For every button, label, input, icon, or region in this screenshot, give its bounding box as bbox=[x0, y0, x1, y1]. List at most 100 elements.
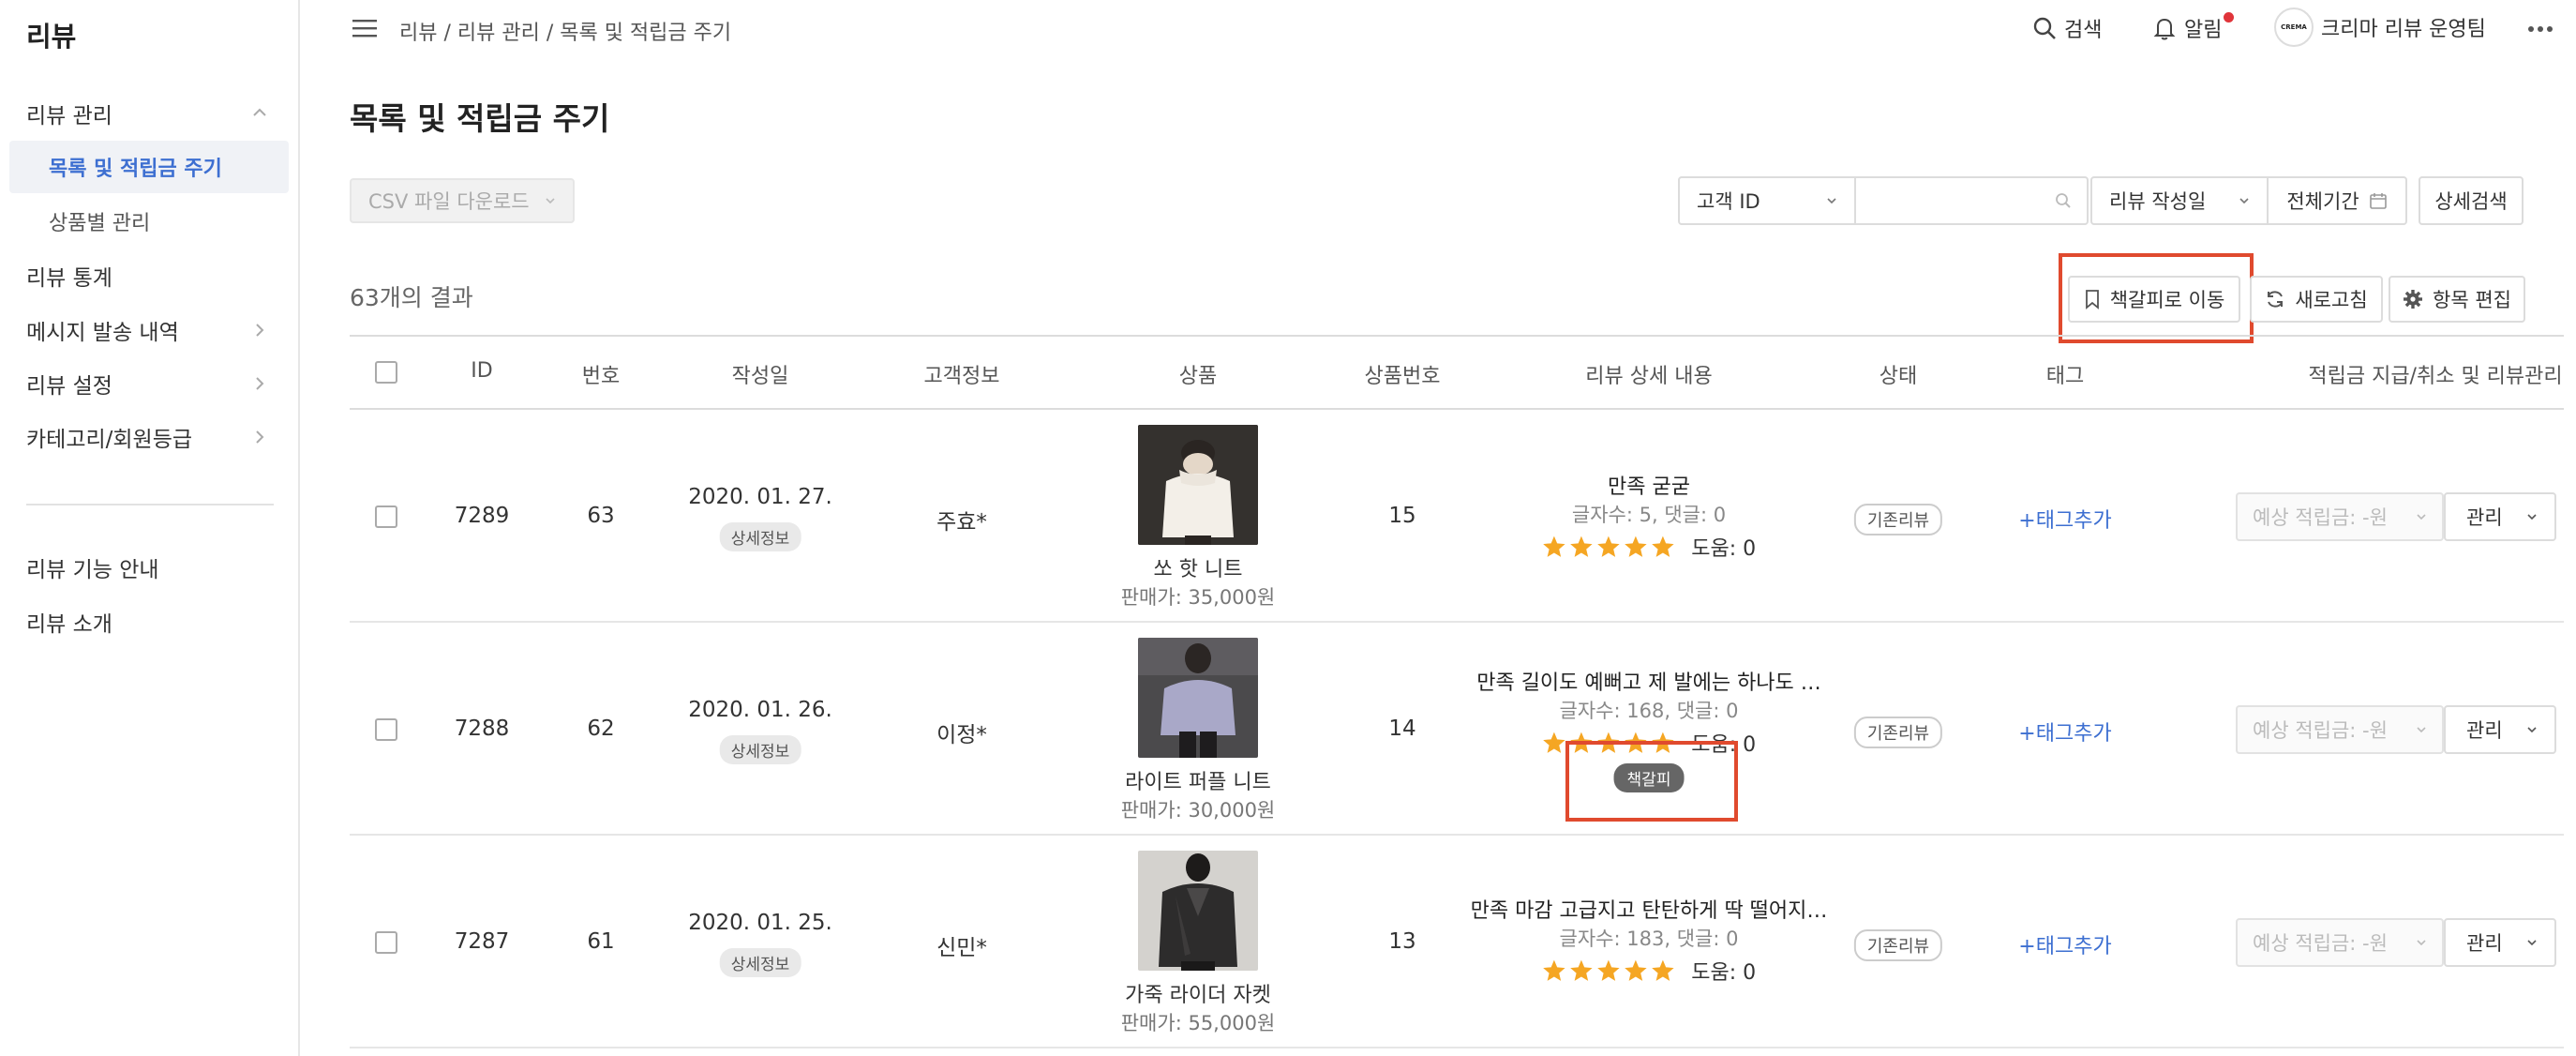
csv-download-button[interactable]: CSV 파일 다운로드 bbox=[350, 178, 575, 223]
bell-icon bbox=[2152, 16, 2177, 40]
refresh-button[interactable]: 새로고침 bbox=[2250, 276, 2383, 323]
row-id: 7287 bbox=[454, 929, 510, 954]
review-title[interactable]: 만족 마감 고급지고 탄탄하게 딱 떨어지… bbox=[1471, 894, 1828, 924]
col-header-number[interactable]: 번호 bbox=[582, 359, 620, 389]
product-price: 판매가: 35,000원 bbox=[1120, 586, 1276, 609]
sidebar-item-category-grades[interactable]: 카테고리/회원등급 bbox=[0, 411, 298, 463]
manage-label: 관리 bbox=[2466, 719, 2503, 742]
sidebar-item-feature-guide[interactable]: 리뷰 기능 안내 bbox=[0, 541, 298, 594]
detail-search-button[interactable]: 상세검색 bbox=[2419, 176, 2524, 225]
review-meta: 글자수: 168, 댓글: 0 bbox=[1559, 700, 1739, 722]
row-customer: 주효* bbox=[936, 510, 987, 535]
product-name[interactable]: 라이트 퍼플 니트 bbox=[1125, 765, 1271, 795]
chevron-down-icon bbox=[2527, 727, 2537, 733]
sidebar-item-review-stats[interactable]: 리뷰 통계 bbox=[0, 249, 298, 302]
notifications-button[interactable]: 알림 bbox=[2152, 11, 2239, 43]
help-count: 도움: 0 bbox=[1691, 537, 1757, 561]
col-header-product[interactable]: 상품 bbox=[1179, 359, 1217, 389]
sidebar-item-product-management[interactable]: 상품별 관리 bbox=[0, 195, 298, 248]
sidebar-item-list-rewards[interactable]: 목록 및 적립금 주기 bbox=[9, 141, 289, 193]
star-rating bbox=[1542, 958, 1675, 983]
row-id: 7288 bbox=[454, 717, 510, 741]
col-header-product-no[interactable]: 상품번호 bbox=[1365, 359, 1441, 389]
chevron-up-icon bbox=[253, 108, 266, 116]
row-product-number: 13 bbox=[1388, 929, 1416, 954]
product-image[interactable] bbox=[1138, 425, 1258, 545]
row-number: 62 bbox=[587, 717, 615, 741]
more-options-icon[interactable] bbox=[2527, 25, 2554, 33]
row-checkbox[interactable] bbox=[375, 718, 397, 741]
row-customer: 신민* bbox=[936, 936, 987, 960]
menu-icon[interactable] bbox=[352, 19, 377, 38]
date-field-select[interactable]: 리뷰 작성일 bbox=[2090, 176, 2269, 225]
sidebar-item-message-history[interactable]: 메시지 발송 내역 bbox=[0, 304, 298, 356]
product-name[interactable]: 쏘 핫 니트 bbox=[1154, 552, 1243, 582]
detail-info-chip[interactable]: 상세정보 bbox=[719, 522, 801, 551]
table-row[interactable]: 7287 61 2020. 01. 25. 상세정보 신민* 가죽 라이더 자켓… bbox=[350, 836, 2564, 1048]
refresh-icon bbox=[2268, 291, 2284, 308]
detail-info-chip[interactable]: 상세정보 bbox=[719, 735, 801, 764]
filter-field-label: 고객 ID bbox=[1697, 190, 1760, 213]
search-icon bbox=[2033, 17, 2056, 39]
row-product-number: 14 bbox=[1388, 717, 1416, 741]
sidebar-item-review-management[interactable]: 리뷰 관리 bbox=[0, 87, 298, 140]
table-row[interactable]: 7289 63 2020. 01. 27. 상세정보 주효* 쏘 핫 니트 판매… bbox=[350, 410, 2564, 623]
review-title[interactable]: 만족 길이도 예뻐고 제 발에는 하나도 … bbox=[1476, 666, 1821, 696]
product-image[interactable] bbox=[1138, 851, 1258, 971]
add-tag-link[interactable]: +태그추가 bbox=[2018, 929, 2111, 959]
star-icon bbox=[1570, 536, 1593, 557]
row-date: 2020. 01. 27. bbox=[688, 485, 832, 509]
status-badge: 기존리뷰 bbox=[1853, 929, 1943, 961]
reward-select[interactable]: 예상 적립금: -원 bbox=[2236, 705, 2444, 754]
table-row[interactable]: 7288 62 2020. 01. 26. 상세정보 이정* 라이트 퍼플 니트… bbox=[350, 623, 2564, 836]
sidebar-title: 리뷰 bbox=[26, 21, 77, 53]
filter-field-select[interactable]: 고객 ID bbox=[1678, 176, 1856, 225]
product-name[interactable]: 가죽 라이더 자켓 bbox=[1125, 978, 1271, 1008]
sidebar-item-label: 카테고리/회원등급 bbox=[26, 428, 193, 452]
detail-info-chip[interactable]: 상세정보 bbox=[719, 948, 801, 977]
row-id: 7289 bbox=[454, 504, 510, 528]
row-checkbox[interactable] bbox=[375, 931, 397, 954]
star-icon bbox=[1652, 959, 1674, 981]
row-checkbox[interactable] bbox=[375, 505, 397, 528]
edit-columns-button[interactable]: 항목 편집 bbox=[2389, 276, 2525, 323]
reward-select[interactable]: 예상 적립금: -원 bbox=[2236, 492, 2444, 541]
chevron-down-icon bbox=[2239, 198, 2249, 204]
chevron-right-icon bbox=[256, 324, 264, 337]
manage-button[interactable]: 관리 bbox=[2444, 705, 2556, 754]
col-header-review-detail[interactable]: 리뷰 상세 내용 bbox=[1585, 359, 1712, 389]
col-header-reward-management[interactable]: 적립금 지급/취소 및 리뷰관리 bbox=[2308, 359, 2562, 389]
reward-select[interactable]: 예상 적립금: -원 bbox=[2236, 918, 2444, 967]
sidebar-item-review-intro[interactable]: 리뷰 소개 bbox=[0, 596, 298, 648]
add-tag-link[interactable]: +태그추가 bbox=[2018, 717, 2111, 747]
account-menu[interactable]: CREMA 크리마 리뷰 운영팀 bbox=[2274, 8, 2486, 47]
star-icon bbox=[1625, 536, 1647, 557]
status-badge: 기존리뷰 bbox=[1853, 717, 1943, 748]
col-header-id[interactable]: ID bbox=[471, 359, 492, 383]
sidebar-item-label: 리뷰 설정 bbox=[26, 374, 112, 399]
review-title[interactable]: 만족 굳굳 bbox=[1608, 470, 1690, 500]
col-header-status[interactable]: 상태 bbox=[1880, 359, 1917, 389]
col-header-customer[interactable]: 고객정보 bbox=[924, 359, 1000, 389]
search-button[interactable]: 검색 bbox=[2032, 13, 2102, 43]
result-count: 63개의 결과 bbox=[350, 284, 473, 311]
row-date: 2020. 01. 26. bbox=[688, 698, 832, 722]
add-tag-link[interactable]: +태그추가 bbox=[2018, 504, 2111, 534]
row-number: 61 bbox=[587, 929, 615, 954]
date-field-label: 리뷰 작성일 bbox=[2109, 190, 2207, 213]
sidebar-item-review-settings[interactable]: 리뷰 설정 bbox=[0, 357, 298, 410]
search-input[interactable] bbox=[1854, 176, 2089, 225]
manage-button[interactable]: 관리 bbox=[2444, 492, 2556, 541]
chevron-right-icon bbox=[256, 430, 264, 444]
star-icon bbox=[1597, 959, 1620, 981]
account-label: 크리마 리뷰 운영팀 bbox=[2321, 18, 2486, 41]
review-rating: 도움: 0 bbox=[1542, 532, 1756, 562]
col-header-date[interactable]: 작성일 bbox=[732, 359, 789, 389]
col-header-tag[interactable]: 태그 bbox=[2046, 359, 2084, 389]
select-all-checkbox[interactable] bbox=[375, 361, 397, 384]
star-icon bbox=[1597, 536, 1620, 557]
product-image[interactable] bbox=[1138, 638, 1258, 758]
manage-button[interactable]: 관리 bbox=[2444, 918, 2556, 967]
period-picker[interactable]: 전체기간 bbox=[2267, 176, 2407, 225]
highlight-box-bookmark-button bbox=[2059, 253, 2254, 343]
